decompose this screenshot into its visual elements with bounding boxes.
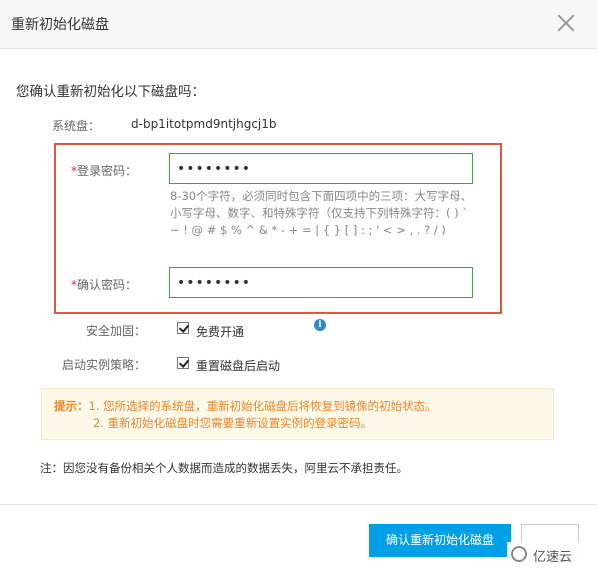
watermark: 亿速云 bbox=[507, 542, 595, 568]
security-label: 安全加固： bbox=[86, 324, 147, 338]
system-disk-value: d-bp1itotpmd9ntjhgcj1b bbox=[131, 117, 277, 131]
reinit-disk-dialog: 重新初始化磁盘 您确认重新初始化以下磁盘吗： 系统盘： d-bp1itotpmd… bbox=[0, 0, 597, 573]
startup-policy-label: 启动实例策略： bbox=[62, 358, 147, 372]
dialog-title: 重新初始化磁盘 bbox=[11, 17, 109, 33]
close-icon[interactable] bbox=[555, 12, 577, 34]
confirm-password-label: *确认密码： bbox=[71, 276, 137, 293]
confirm-question: 您确认重新初始化以下磁盘吗： bbox=[16, 84, 205, 100]
tip-1-text: 1. 您所选择的系统盘，重新初始化磁盘后将恢复到镜像的初始状态。 bbox=[88, 399, 437, 413]
system-disk-label: 系统盘： bbox=[52, 119, 101, 133]
startup-option-label: 重置磁盘后启动 bbox=[196, 359, 281, 373]
yisu-logo-icon bbox=[511, 546, 527, 562]
dialog-header: 重新初始化磁盘 bbox=[0, 0, 597, 49]
watermark-text: 亿速云 bbox=[533, 550, 573, 565]
disclaimer-note: 注：因您没有备份相关个人数据而造成的数据丢失，阿里云不承担责任。 bbox=[40, 461, 408, 475]
confirm-reinit-button[interactable]: 确认重新初始化磁盘 bbox=[369, 524, 511, 557]
tip-line-1: 提示：1. 您所选择的系统盘，重新初始化磁盘后将恢复到镜像的初始状态。 bbox=[54, 398, 437, 414]
confirm-password-field[interactable]: •••••••• bbox=[169, 267, 473, 298]
security-checkbox[interactable] bbox=[177, 322, 189, 334]
login-password-label-text: 登录密码： bbox=[77, 164, 138, 178]
security-option-label: 免费开通 bbox=[196, 325, 245, 339]
login-password-field[interactable]: •••••••• bbox=[169, 153, 473, 184]
tips-prefix: 提示： bbox=[54, 399, 89, 413]
tip-2-text: 2. 重新初始化磁盘时您需要重新设置实例的登录密码。 bbox=[93, 416, 373, 430]
password-hint: 8-30个字符，必须同时包含下面四项中的三项：大写字母、小写字母、数字、和特殊字… bbox=[170, 189, 473, 237]
startup-checkbox[interactable] bbox=[177, 357, 189, 369]
login-password-label: *登录密码： bbox=[71, 162, 137, 179]
info-icon[interactable]: i bbox=[314, 319, 326, 331]
tips-box: 提示：1. 您所选择的系统盘，重新初始化磁盘后将恢复到镜像的初始状态。 2. 重… bbox=[41, 388, 554, 440]
confirm-password-label-text: 确认密码： bbox=[77, 278, 138, 292]
